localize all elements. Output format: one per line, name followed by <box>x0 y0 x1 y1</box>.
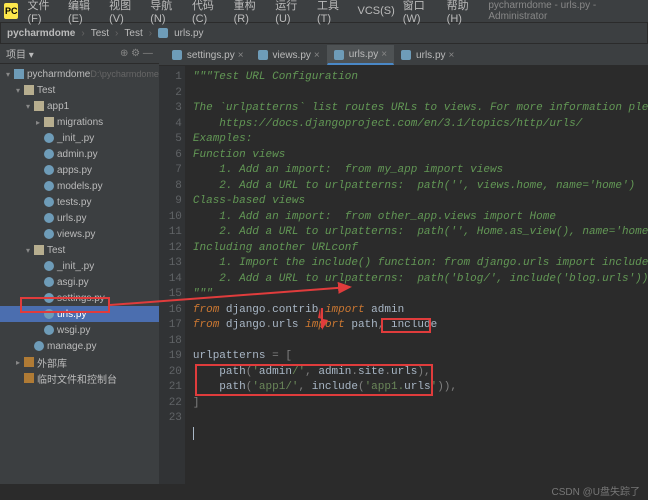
menu-item[interactable]: 帮助(H) <box>444 0 484 25</box>
menu-item[interactable]: 运行(U) <box>272 0 312 25</box>
menu-item[interactable]: 编辑(E) <box>65 0 104 25</box>
editor-tab[interactable]: views.py× <box>251 45 327 65</box>
code-lines[interactable]: """Test URL Configuration The `urlpatter… <box>185 66 648 484</box>
breadcrumb-item[interactable]: Test <box>124 28 142 39</box>
menu-item[interactable]: 视图(V) <box>106 0 145 25</box>
breadcrumb: pycharmdome Test Test urls.py <box>0 22 648 44</box>
tree-row[interactable]: models.py <box>0 178 159 194</box>
tree-row[interactable]: urls.py <box>0 210 159 226</box>
close-icon[interactable]: × <box>449 50 455 61</box>
tree-row[interactable]: _init_.py <box>0 258 159 274</box>
close-icon[interactable]: × <box>238 50 244 61</box>
tree-row[interactable]: _init_.py <box>0 130 159 146</box>
editor-tab[interactable]: settings.py× <box>165 45 251 65</box>
tree-row[interactable]: settings.py <box>0 290 159 306</box>
code-editor[interactable]: 1234567891011121314151617181920212223 ""… <box>159 66 648 484</box>
tree-row[interactable]: admin.py <box>0 146 159 162</box>
breadcrumb-item[interactable]: pycharmdome <box>7 28 75 39</box>
menu-item[interactable]: 窗口(W) <box>400 0 442 25</box>
tree-row[interactable]: wsgi.py <box>0 322 159 338</box>
tree-row[interactable]: tests.py <box>0 194 159 210</box>
tree-row[interactable]: ▸外部库 <box>0 354 159 370</box>
editor-tabs: settings.py×views.py×urls.py×urls.py× <box>159 44 648 66</box>
menu-item[interactable]: 工具(T) <box>314 0 353 25</box>
line-gutter: 1234567891011121314151617181920212223 <box>159 66 185 484</box>
tree-row[interactable]: ▾app1 <box>0 98 159 114</box>
gear-icon[interactable]: ⊕ ⚙ — <box>120 48 153 59</box>
close-icon[interactable]: × <box>381 49 387 60</box>
tree-row[interactable]: ▸migrations <box>0 114 159 130</box>
app-logo: PC <box>4 3 18 19</box>
editor-tab[interactable]: urls.py× <box>394 45 461 65</box>
window-title: pycharmdome - urls.py - Administrator <box>485 0 644 22</box>
menu-item[interactable]: 重构(R) <box>231 0 271 25</box>
menu-item[interactable]: 导航(N) <box>147 0 187 25</box>
tree-row[interactable]: asgi.py <box>0 274 159 290</box>
tree-row[interactable]: views.py <box>0 226 159 242</box>
tree-row[interactable]: ▾pycharmdome D:\pycharmdome <box>0 66 159 82</box>
editor-area: settings.py×views.py×urls.py×urls.py× 12… <box>159 44 648 484</box>
project-tree[interactable]: ▾pycharmdome D:\pycharmdome▾Test▾app1▸mi… <box>0 64 159 484</box>
project-tool-window: 项目 ▾ ⊕ ⚙ — ▾pycharmdome D:\pycharmdome▾T… <box>0 44 159 484</box>
tool-header: 项目 ▾ ⊕ ⚙ — <box>0 44 159 64</box>
breadcrumb-item[interactable]: Test <box>91 28 109 39</box>
menu-bar: PC 文件(F) 编辑(E) 视图(V) 导航(N) 代码(C) 重构(R) 运… <box>0 0 648 22</box>
tree-row[interactable]: manage.py <box>0 338 159 354</box>
tree-row[interactable]: apps.py <box>0 162 159 178</box>
tree-row[interactable]: 临时文件和控制台 <box>0 370 159 386</box>
menu-item[interactable]: 代码(C) <box>189 0 229 25</box>
watermark: CSDN @U盘失踪了 <box>552 483 641 498</box>
menu-item[interactable]: VCS(S) <box>355 5 398 17</box>
tree-row[interactable]: ▾Test <box>0 82 159 98</box>
editor-tab[interactable]: urls.py× <box>327 45 394 65</box>
tree-row[interactable]: ▾Test <box>0 242 159 258</box>
python-icon <box>158 28 168 38</box>
tree-row[interactable]: urls.py <box>0 306 159 322</box>
breadcrumb-item[interactable]: urls.py <box>174 28 203 39</box>
menu-item[interactable]: 文件(F) <box>24 0 63 25</box>
project-title[interactable]: 项目 ▾ <box>6 46 34 61</box>
close-icon[interactable]: × <box>314 50 320 61</box>
